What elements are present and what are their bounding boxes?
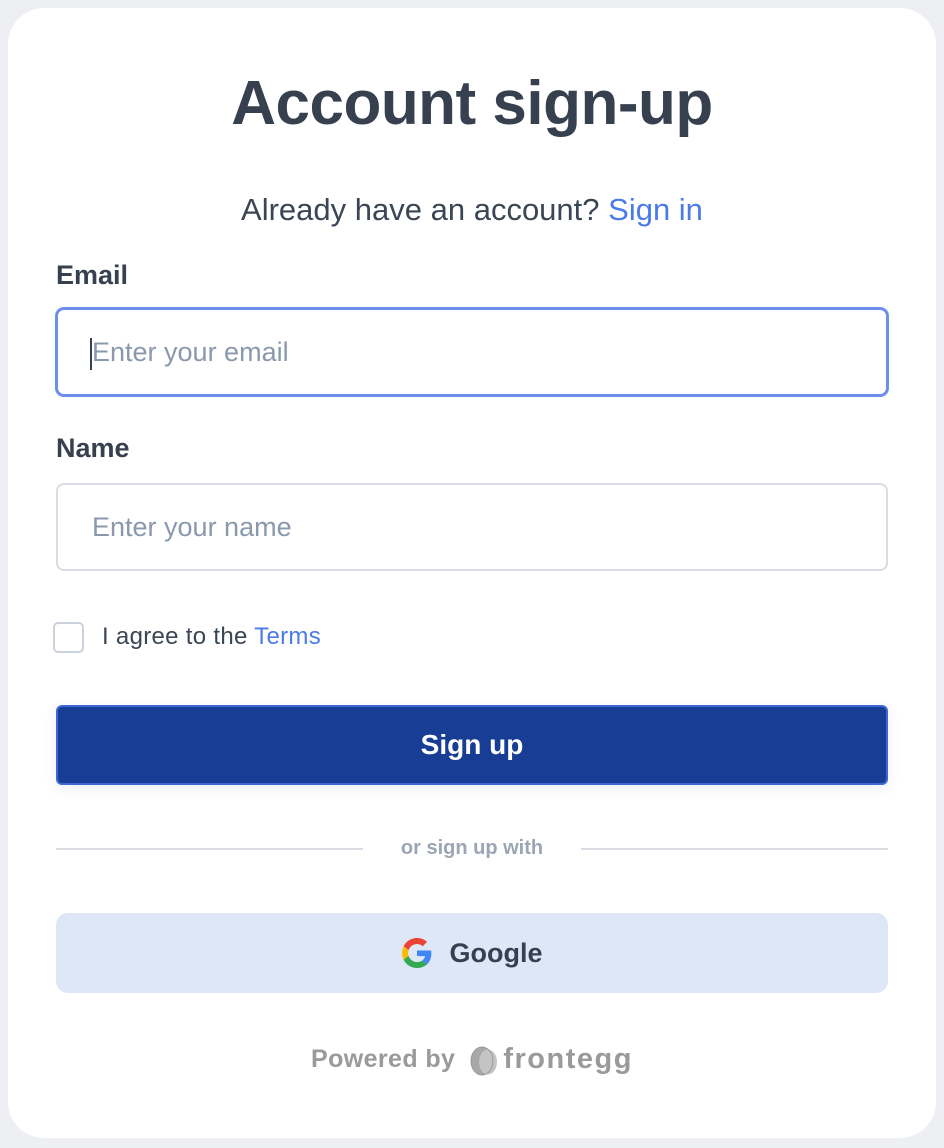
text-cursor	[90, 338, 92, 370]
page-title: Account sign-up	[231, 69, 713, 138]
powered-by-footer: Powered by frontegg	[8, 1042, 936, 1076]
frontegg-brand-name: frontegg	[503, 1042, 633, 1075]
name-label: Name	[56, 433, 130, 463]
sign-up-button[interactable]: Sign up	[56, 705, 888, 785]
name-field[interactable]	[56, 483, 888, 571]
divider-right	[581, 848, 888, 850]
terms-link[interactable]: Terms	[254, 623, 321, 650]
google-g-icon	[401, 938, 431, 968]
signin-prompt-text: Already have an account?	[241, 192, 600, 227]
terms-label-text: I agree to the	[102, 623, 248, 650]
frontegg-logo: frontegg	[469, 1042, 633, 1076]
powered-by-text: Powered by	[311, 1044, 456, 1073]
signin-link[interactable]: Sign in	[608, 192, 703, 227]
email-field[interactable]	[56, 308, 888, 396]
signup-card: Account sign-up Already have an account?…	[8, 8, 936, 1138]
signin-prompt: Already have an account? Sign in	[8, 192, 936, 228]
terms-label: I agree to the Terms	[102, 623, 321, 651]
terms-checkbox[interactable]	[53, 622, 84, 653]
divider-text: or sign up with	[400, 837, 544, 859]
google-button-label: Google	[449, 937, 543, 968]
email-label: Email	[56, 260, 129, 290]
divider-left	[56, 848, 363, 850]
google-signup-button[interactable]: Google	[56, 913, 888, 993]
frontegg-egg-icon	[470, 1046, 498, 1076]
